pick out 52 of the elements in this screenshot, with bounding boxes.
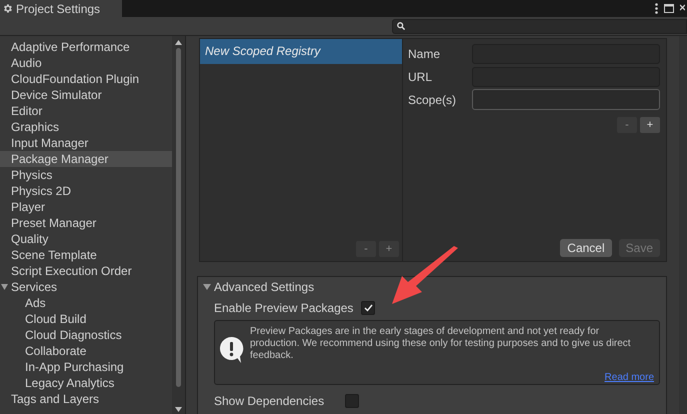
sidebar-item[interactable]: Player (0, 199, 172, 215)
sidebar-item[interactable]: Device Simulator (0, 87, 172, 103)
more-options-icon[interactable] (655, 3, 658, 14)
warning-bubble-icon (219, 336, 244, 364)
field-label: URL (408, 70, 434, 84)
sidebar-item[interactable]: Scene Template (0, 247, 172, 263)
sidebar-item[interactable]: Ads (0, 295, 172, 311)
search-field[interactable] (392, 18, 687, 34)
checkbox-label: Enable Preview Packages (214, 300, 354, 314)
checkmark-icon (364, 304, 373, 312)
sidebar-item[interactable]: Legacy Analytics (0, 375, 172, 391)
sidebar-item[interactable]: CloudFoundation Plugin (0, 71, 172, 87)
add-scope-button[interactable]: + (640, 117, 660, 133)
scroll-down-icon[interactable] (175, 407, 182, 412)
search-icon (397, 22, 405, 30)
scroll-up-icon[interactable] (175, 40, 182, 45)
sidebar-item[interactable]: Graphics (0, 119, 172, 135)
sidebar-item[interactable]: Audio (0, 55, 172, 71)
sidebar-item[interactable]: Services (0, 279, 172, 295)
sidebar-item[interactable]: Collaborate (0, 343, 172, 359)
input-field[interactable] (472, 89, 660, 110)
sidebar-item[interactable]: Quality (0, 231, 172, 247)
content-scrollbar[interactable] (679, 36, 687, 414)
expand-caret-icon[interactable] (203, 284, 211, 290)
checkbox[interactable] (345, 394, 360, 408)
sidebar-item[interactable]: Editor (0, 103, 172, 119)
close-icon[interactable] (680, 4, 685, 13)
checkbox[interactable] (361, 300, 376, 314)
sidebar-item[interactable]: Physics (0, 167, 172, 183)
cancel-button[interactable]: Cancel (560, 239, 612, 257)
sidebar-item[interactable]: Input Manager (0, 135, 172, 151)
field-label: Name (408, 46, 442, 60)
sidebar-item[interactable]: Script Execution Order (0, 263, 172, 279)
sidebar-item[interactable]: Cloud Diagnostics (0, 327, 172, 343)
sidebar-item[interactable]: Physics 2D (0, 183, 172, 199)
sidebar-item[interactable]: Preset Manager (0, 215, 172, 231)
window-title: Project Settings (16, 2, 100, 16)
checkbox-label: Show Dependencies (214, 394, 324, 408)
window-tab[interactable]: Project Settings (0, 0, 122, 17)
notice-text: Preview Packages are in the early stages of development and not yet ready for production. We recommend using these only for testing purposes and to give us direct feedback. (250, 326, 632, 362)
settings-icon (2, 3, 13, 14)
expand-caret-icon[interactable] (1, 284, 8, 290)
registry-list-item[interactable]: New Scoped Registry (200, 39, 402, 64)
sidebar-item[interactable]: Tags and Layers (0, 391, 172, 407)
sidebar-item[interactable]: In-App Purchasing (0, 359, 172, 375)
sidebar-item[interactable]: Cloud Build (0, 311, 172, 327)
field-label: Scope(s) (408, 92, 458, 106)
section-title: Advanced Settings (214, 280, 314, 294)
sidebar-item[interactable]: Adaptive Performance (0, 39, 172, 55)
sidebar-item[interactable]: Package Manager (0, 151, 172, 167)
sidebar-scrollbar[interactable] (172, 36, 185, 414)
maximize-icon[interactable] (664, 4, 674, 13)
